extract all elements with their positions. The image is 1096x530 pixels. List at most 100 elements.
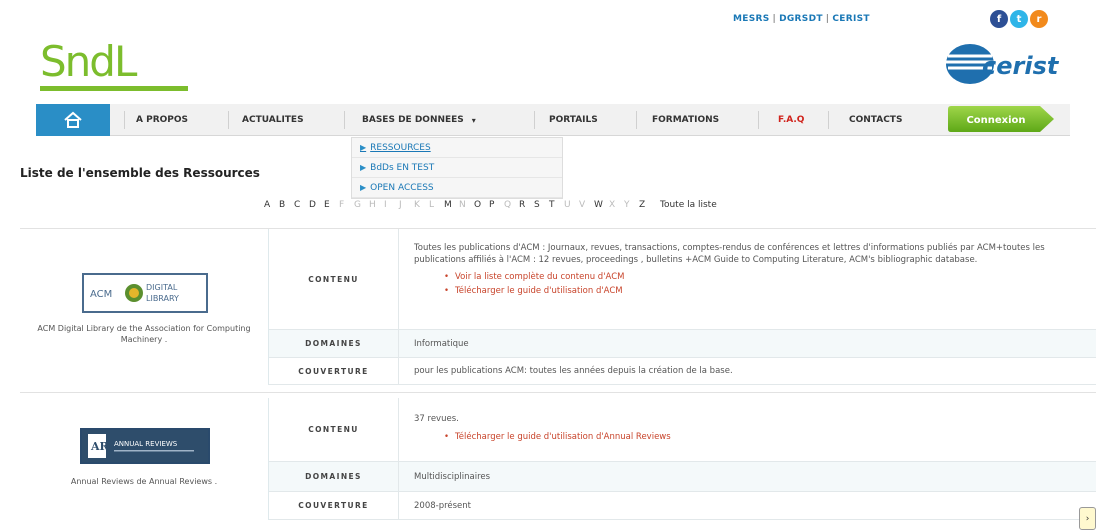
home-button[interactable] [36,104,110,136]
nav-contacts[interactable]: CONTACTS [849,104,902,136]
link-cerist[interactable]: CERIST [832,14,869,24]
nav-portails[interactable]: PORTAILS [549,104,598,136]
annual-reviews-logo[interactable]: AR ANNUAL REVIEWS [80,428,210,464]
nav-separator [124,111,125,129]
couverture-value: 2008-présent [414,501,472,511]
page-title: Liste de l'ensemble des Ressources [20,166,260,180]
nav-separator [228,111,229,129]
rss-icon[interactable]: r [1030,10,1048,28]
letter-l: L [429,200,435,210]
letter-h: H [369,200,376,210]
logo-bar [40,86,188,91]
letter-a[interactable]: A [264,200,279,210]
separator: | [825,14,830,24]
nav-separator [758,111,759,129]
annual-reviews-logo-text: ANNUAL REVIEWS [114,440,178,448]
home-icon [64,111,82,128]
link-mesrs[interactable]: MESRS [733,14,770,24]
connexion-label: Connexion [966,115,1025,126]
annual-reviews-logo-graphic: AR ANNUAL REVIEWS [82,430,208,462]
letter-t[interactable]: T [549,200,564,210]
top-links: MESRS | DGRSDT | CERIST [733,14,870,24]
dropdown-item-bdds-en-test[interactable]: ▶ BdDs EN TEST [352,158,562,178]
resource-card: ACM DIGITAL LIBRARY ACM Digital Library … [20,229,1096,385]
sndl-logo[interactable]: SndL [40,40,192,98]
nav-actualites[interactable]: ACTUALITES [242,104,304,136]
link-telecharger-guide[interactable]: Télécharger le guide d'utilisation d'Ann… [444,432,1094,444]
social-icons: f t r [990,10,1048,28]
nav-bases-de-donnees[interactable]: BASES DE DONNEES ▾ [362,104,476,136]
resource-caption: ACM Digital Library de the Association f… [37,324,251,344]
link-telecharger-guide[interactable]: Télécharger le guide d'utilisation d'ACM [444,286,1094,298]
main-navbar: A PROPOS ACTUALITES BASES DE DONNEES ▾ P… [36,104,1070,136]
twitter-icon[interactable]: t [1010,10,1028,28]
all-list-link[interactable]: Toute la liste [660,200,717,210]
domaines-value: Multidisciplinaires [414,472,491,482]
letter-n: N [459,200,466,210]
letter-x: X [609,200,616,210]
contenu-value: 37 revues. Télécharger le guide d'utilis… [414,414,1094,445]
feedback-tab[interactable]: › [1079,507,1096,530]
couverture-value: pour les publications ACM: toutes les an… [414,366,733,376]
contenu-value: Toutes les publications d'ACM : Journaux… [414,243,1094,299]
nav-separator [534,111,535,129]
domaines-label: DOMAINES [269,462,399,491]
couverture-label: COUVERTURE [269,358,399,384]
nav-separator [636,111,637,129]
logo-text: SndL [40,37,137,86]
letter-b[interactable]: B [279,200,294,210]
letter-f: F [339,200,345,210]
letter-y: Y [624,200,630,210]
letter-w[interactable]: W [594,200,609,210]
nav-formations[interactable]: FORMATIONS [652,104,719,136]
chevron-right-icon: ▶ [360,163,367,172]
acm-logo-text: LIBRARY [146,294,179,303]
acm-logo-text: DIGITAL [146,283,178,292]
acm-logo-text: ACM [90,289,112,300]
domaines-row: DOMAINES Multidisciplinaires [269,462,1096,492]
couverture-row: COUVERTURE 2008-présent [269,492,1096,520]
contenu-row: CONTENU Toutes les publications d'ACM : … [269,229,1096,330]
resource-links: Voir la liste complète du contenu d'ACM … [414,272,1094,297]
facebook-icon[interactable]: f [990,10,1008,28]
resource-card: AR ANNUAL REVIEWS Annual Reviews de Annu… [20,398,1096,520]
nav-apropos[interactable]: A PROPOS [136,104,188,136]
connexion-button[interactable]: Connexion [948,106,1056,132]
nav-separator [344,111,345,129]
chevron-down-icon: ▾ [471,115,476,125]
nav-bases-label: BASES DE DONNEES [362,115,464,125]
contenu-text: 37 revues. [414,414,459,424]
letter-z[interactable]: Z [639,200,654,210]
link-voir-liste[interactable]: Voir la liste complète du contenu d'ACM [444,272,1094,284]
chevron-right-icon: ▶ [360,143,367,152]
acm-logo-graphic: ACM DIGITAL LIBRARY [84,275,206,311]
contenu-row: CONTENU 37 revues. Télécharger le guide … [269,398,1096,462]
cerist-logo[interactable]: cerist [940,40,1090,90]
letter-e[interactable]: E [324,200,339,210]
dropdown-item-open-access[interactable]: ▶ OPEN ACCESS [352,178,562,198]
letter-i: I [384,200,387,210]
domaines-row: DOMAINES Informatique [269,330,1096,358]
letter-c[interactable]: C [294,200,309,210]
alphabet-filter: A B C D E F G H I J K L M N O P Q R S T … [264,200,717,210]
contenu-text: Toutes les publications d'ACM : Journaux… [414,243,1045,265]
letter-d[interactable]: D [309,200,324,210]
letter-p[interactable]: P [489,200,504,210]
dropdown-item-label: OPEN ACCESS [370,182,434,193]
dropdown-item-ressources[interactable]: ▶ RESSOURCES [352,138,562,158]
contenu-label: CONTENU [269,398,399,461]
acm-logo[interactable]: ACM DIGITAL LIBRARY [82,273,208,313]
letter-r[interactable]: R [519,200,534,210]
letter-q: Q [504,200,512,210]
contenu-label: CONTENU [269,229,399,329]
divider [20,392,1096,393]
letter-s[interactable]: S [534,200,549,210]
link-dgrsdt[interactable]: DGRSDT [779,14,823,24]
letter-o[interactable]: O [474,200,489,210]
cerist-logo-text: cerist [982,52,1060,80]
letter-j: J [399,200,402,210]
nav-faq[interactable]: F.A.Q [778,104,804,136]
resource-details: CONTENU Toutes les publications d'ACM : … [268,229,1096,385]
dropdown-item-label: RESSOURCES [370,142,431,153]
letter-m[interactable]: M [444,200,459,210]
